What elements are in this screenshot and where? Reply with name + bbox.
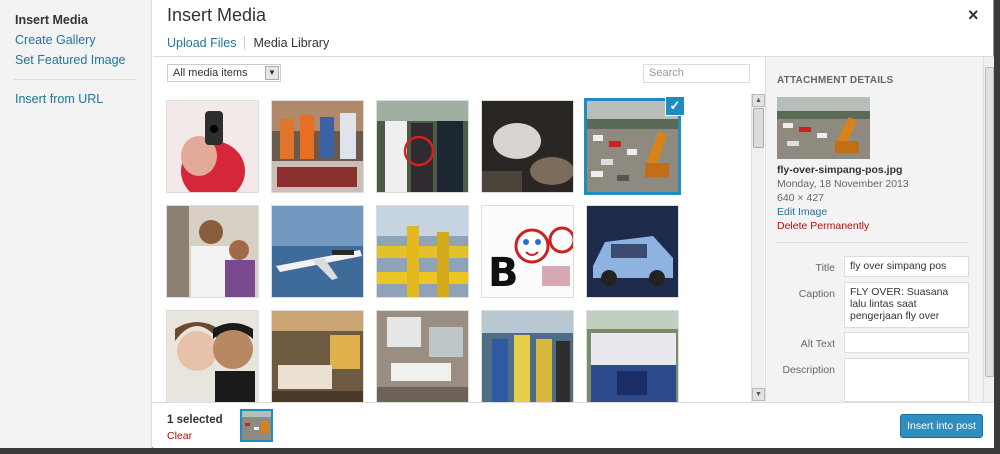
menu-item-insert-from-url[interactable]: Insert from URL	[0, 89, 151, 109]
team-image	[587, 311, 678, 402]
arrest-image	[377, 101, 468, 192]
media-menu: Insert Media Create Gallery Set Featured…	[0, 0, 152, 448]
attachment-date: Monday, 18 November 2013	[777, 178, 909, 190]
menu-item-insert-media[interactable]: Insert Media	[0, 10, 151, 30]
attachment-thumbnail[interactable]	[166, 205, 259, 298]
car-image	[587, 206, 678, 297]
attachment-thumbnail[interactable]	[166, 100, 259, 193]
selected-attachment-thumbnail[interactable]	[240, 409, 273, 442]
attachment-thumbnail[interactable]	[376, 310, 469, 402]
attachment-thumbnail[interactable]	[271, 205, 364, 298]
close-icon[interactable]: ×	[968, 5, 979, 26]
media-modal: Insert Media Create Gallery Set Featured…	[0, 0, 994, 448]
press-conference-image	[272, 101, 363, 192]
menu-separator	[14, 79, 137, 80]
scrollbar-thumb[interactable]	[985, 67, 994, 377]
pistol-image	[167, 101, 258, 192]
insert-into-post-button[interactable]: Insert into post	[900, 414, 983, 438]
filter-value: All media items	[173, 67, 248, 79]
modal-title: Insert Media	[167, 5, 267, 25]
airplane-image	[272, 206, 363, 297]
tab-upload-files[interactable]: Upload Files	[167, 36, 244, 50]
attachment-filename: fly-over-simpang-pos.jpg	[777, 164, 903, 176]
attachment-preview	[777, 97, 870, 159]
title-label: Title	[815, 262, 835, 274]
grid-scrollbar[interactable]: ▲ ▼	[751, 94, 765, 402]
attachment-thumbnail[interactable]	[166, 310, 259, 402]
bathroom-image	[377, 311, 468, 402]
family-image	[167, 206, 258, 297]
fly-over-mini-image	[242, 411, 271, 440]
menu-item-set-featured-image[interactable]: Set Featured Image	[0, 50, 151, 70]
attachment-thumbnail[interactable]: B	[481, 205, 574, 298]
check-icon[interactable]: ✓	[665, 96, 685, 116]
bedroom-image	[272, 311, 363, 402]
attachments-grid: B	[153, 89, 751, 402]
officials-image	[482, 311, 573, 402]
tab-media-library[interactable]: Media Library	[244, 36, 337, 50]
attachment-thumbnail[interactable]	[376, 205, 469, 298]
fly-over-preview-image	[777, 97, 870, 159]
attachment-thumbnail[interactable]	[586, 310, 679, 402]
boo-cartoon-image: B	[482, 206, 573, 297]
description-label: Description	[782, 364, 835, 376]
media-toolbar-footer: 1 selected Clear Insert into post	[153, 402, 994, 448]
attachment-thumbnail[interactable]	[481, 100, 574, 193]
rubble-image	[482, 101, 573, 192]
media-filter-select[interactable]: All media items ▼	[167, 64, 281, 82]
attachment-dimensions: 640 × 427	[777, 192, 825, 204]
divider	[777, 242, 969, 243]
description-field[interactable]	[844, 358, 969, 402]
scroll-down-icon[interactable]: ▼	[752, 388, 765, 401]
attachment-thumbnail[interactable]	[271, 310, 364, 402]
edit-image-link[interactable]: Edit Image	[777, 206, 827, 218]
clear-selection-link[interactable]: Clear	[167, 430, 192, 442]
scroll-up-icon[interactable]: ▲	[752, 94, 765, 107]
search-input[interactable]: Search	[643, 64, 750, 83]
delete-permanently-link[interactable]: Delete Permanently	[777, 220, 869, 232]
menu-item-create-gallery[interactable]: Create Gallery	[0, 30, 151, 50]
couple-image	[167, 311, 258, 402]
title-field[interactable]: fly over simpang pos	[844, 256, 969, 277]
details-heading: Attachment Details	[777, 75, 894, 86]
attachment-details-sidebar: Attachment Details fly-over-simpang-pos.…	[765, 57, 983, 402]
media-router: Upload Files Media Library	[167, 33, 337, 53]
sidebar-scrollbar[interactable]	[983, 57, 994, 402]
scrollbar-thumb[interactable]	[753, 108, 764, 148]
caption-label: Caption	[798, 288, 835, 300]
alt-text-field[interactable]	[844, 332, 969, 353]
pipes-image	[377, 206, 468, 297]
caption-field[interactable]: FLY OVER: Suasana lalu lintas saat penge…	[844, 282, 969, 328]
selection-count: 1 selected	[167, 414, 223, 426]
attachment-thumbnail[interactable]	[481, 310, 574, 402]
attachment-thumbnail[interactable]	[586, 205, 679, 298]
alt-text-label: Alt Text	[800, 338, 835, 350]
chevron-down-icon: ▼	[265, 66, 279, 80]
attachment-thumbnail[interactable]	[376, 100, 469, 193]
attachment-thumbnail[interactable]	[271, 100, 364, 193]
svg-text:B: B	[488, 250, 519, 296]
